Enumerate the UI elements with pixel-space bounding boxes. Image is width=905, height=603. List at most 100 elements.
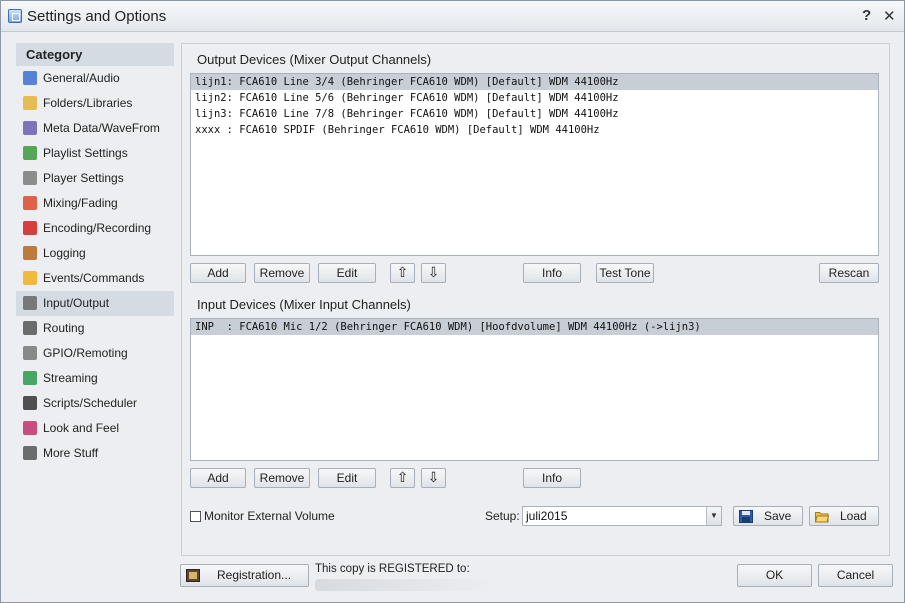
input-edit-button[interactable]: Edit <box>318 468 376 488</box>
palette-icon <box>23 421 37 435</box>
input-device-row[interactable]: INP : FCA610 Mic 1/2 (Behringer FCA610 W… <box>191 319 878 335</box>
save-setup-label: Save <box>764 509 792 523</box>
category-list: General/Audio Folders/Libraries Meta Data/… <box>16 66 174 466</box>
gpio-icon <box>23 346 37 360</box>
sidebar-item-encoding-recording[interactable]: Encoding/Recording <box>16 216 174 241</box>
monitor-external-volume-label: Monitor External Volume <box>204 509 335 523</box>
setup-label: Setup: <box>485 509 520 523</box>
output-device-row[interactable]: xxxx : FCA610 SPDIF (Behringer FCA610 WD… <box>191 122 878 138</box>
arrow-up-icon: ⇧ <box>396 469 409 485</box>
load-setup-label: Load <box>840 509 867 523</box>
app-icon <box>8 9 22 23</box>
sidebar-item-label: Logging <box>43 246 86 260</box>
registration-button[interactable]: Registration... <box>180 564 309 587</box>
sidebar-item-label: Scripts/Scheduler <box>43 396 138 410</box>
sidebar-item-look-and-feel[interactable]: Look and Feel <box>16 416 174 441</box>
input-devices-list[interactable]: INP : FCA610 Mic 1/2 (Behringer FCA610 W… <box>190 318 879 461</box>
settings-window: Settings and Options ? ✕ Category Genera… <box>0 0 905 603</box>
routing-icon <box>23 321 37 335</box>
cancel-button[interactable]: Cancel <box>818 564 893 587</box>
sidebar-item-scripts-scheduler[interactable]: Scripts/Scheduler <box>16 391 174 416</box>
sidebar-item-label: Mixing/Fading <box>43 196 118 210</box>
load-setup-button[interactable]: Load <box>809 506 879 526</box>
registration-status-text: This copy is REGISTERED to: <box>315 563 470 575</box>
sidebar-item-label: Playlist Settings <box>43 146 128 160</box>
log-book-icon <box>23 246 37 260</box>
folder-icon <box>23 96 37 110</box>
input-move-down-button[interactable]: ⇩ <box>421 468 446 488</box>
sidebar-item-folders-libraries[interactable]: Folders/Libraries <box>16 91 174 116</box>
arrow-up-icon: ⇧ <box>396 264 409 280</box>
chevron-down-icon[interactable]: ▼ <box>706 507 721 525</box>
sidebar-item-label: Player Settings <box>43 171 124 185</box>
sidebar-item-more-stuff[interactable]: More Stuff <box>16 441 174 466</box>
close-button[interactable]: ✕ <box>883 7 896 25</box>
playlist-icon <box>23 146 37 160</box>
output-device-row[interactable]: lijn2: FCA610 Line 5/6 (Behringer FCA610… <box>191 90 878 106</box>
sidebar-item-player-settings[interactable]: Player Settings <box>16 166 174 191</box>
title-bar[interactable]: Settings and Options ? ✕ <box>1 1 904 32</box>
input-add-button[interactable]: Add <box>190 468 246 488</box>
sidebar-item-label: Streaming <box>43 371 98 385</box>
sidebar-item-label: General/Audio <box>43 71 120 85</box>
sidebar-item-label: GPIO/Remoting <box>43 346 128 360</box>
input-info-button[interactable]: Info <box>523 468 581 488</box>
arrow-down-icon: ⇩ <box>427 264 440 280</box>
sidebar-item-streaming[interactable]: Streaming <box>16 366 174 391</box>
sidebar-item-label: Folders/Libraries <box>43 96 133 110</box>
sidebar-item-label: Meta Data/WaveFrom <box>43 121 160 135</box>
output-move-down-button[interactable]: ⇩ <box>421 263 446 283</box>
output-info-button[interactable]: Info <box>523 263 581 283</box>
clock-icon <box>23 396 37 410</box>
ok-button[interactable]: OK <box>737 564 812 587</box>
music-note-icon <box>23 71 37 85</box>
sidebar-item-general-audio[interactable]: General/Audio <box>16 66 174 91</box>
output-device-row[interactable]: lijn1: FCA610 Line 3/4 (Behringer FCA610… <box>191 74 878 90</box>
output-add-button[interactable]: Add <box>190 263 246 283</box>
category-sidebar: Category General/Audio Folders/Libraries M… <box>16 43 174 555</box>
sidebar-item-mixing-fading[interactable]: Mixing/Fading <box>16 191 174 216</box>
sidebar-item-label: Encoding/Recording <box>43 221 152 235</box>
output-device-row[interactable]: lijn3: FCA610 Line 7/8 (Behringer FCA610… <box>191 106 878 122</box>
sidebar-item-playlist-settings[interactable]: Playlist Settings <box>16 141 174 166</box>
input-devices-label: Input Devices (Mixer Input Channels) <box>197 297 411 312</box>
microphone-icon <box>23 296 37 310</box>
sidebar-item-input-output[interactable]: Input/Output <box>16 291 174 316</box>
floppy-disk-icon <box>739 510 753 523</box>
sidebar-item-events-commands[interactable]: Events/Commands <box>16 266 174 291</box>
input-move-up-button[interactable]: ⇧ <box>390 468 415 488</box>
lightning-icon <box>23 271 37 285</box>
input-remove-button[interactable]: Remove <box>254 468 310 488</box>
output-devices-label: Output Devices (Mixer Output Channels) <box>197 52 432 67</box>
sidebar-item-label: More Stuff <box>43 446 99 460</box>
sidebar-item-meta-data-wavefrom[interactable]: Meta Data/WaveFrom <box>16 116 174 141</box>
crossfade-icon <box>23 196 37 210</box>
save-setup-button[interactable]: Save <box>733 506 803 526</box>
sidebar-item-routing[interactable]: Routing <box>16 316 174 341</box>
sidebar-item-logging[interactable]: Logging <box>16 241 174 266</box>
output-move-up-button[interactable]: ⇧ <box>390 263 415 283</box>
record-icon <box>23 221 37 235</box>
player-icon <box>23 171 37 185</box>
wave-icon <box>23 121 37 135</box>
sidebar-item-label: Routing <box>43 321 85 335</box>
help-button[interactable]: ? <box>862 7 871 24</box>
sidebar-item-label: Look and Feel <box>43 421 120 435</box>
output-devices-list[interactable]: lijn1: FCA610 Line 3/4 (Behringer FCA610… <box>190 73 879 256</box>
arrow-down-icon: ⇩ <box>427 469 440 485</box>
output-remove-button[interactable]: Remove <box>254 263 310 283</box>
tools-icon <box>23 446 37 460</box>
monitor-external-volume-checkbox[interactable] <box>190 511 201 522</box>
broadcast-icon <box>23 371 37 385</box>
test-tone-button[interactable]: Test Tone <box>596 263 654 283</box>
open-folder-icon <box>815 512 829 523</box>
registration-label: Registration... <box>217 568 292 582</box>
category-header: Category <box>16 43 174 66</box>
setup-select[interactable]: juli2015 ▼ <box>522 506 722 526</box>
window-title: Settings and Options <box>27 8 167 25</box>
output-edit-button[interactable]: Edit <box>318 263 376 283</box>
setup-select-value: juli2015 <box>526 509 568 523</box>
sidebar-item-label: Events/Commands <box>43 271 145 285</box>
rescan-button[interactable]: Rescan <box>819 263 879 283</box>
sidebar-item-gpio-remoting[interactable]: GPIO/Remoting <box>16 341 174 366</box>
